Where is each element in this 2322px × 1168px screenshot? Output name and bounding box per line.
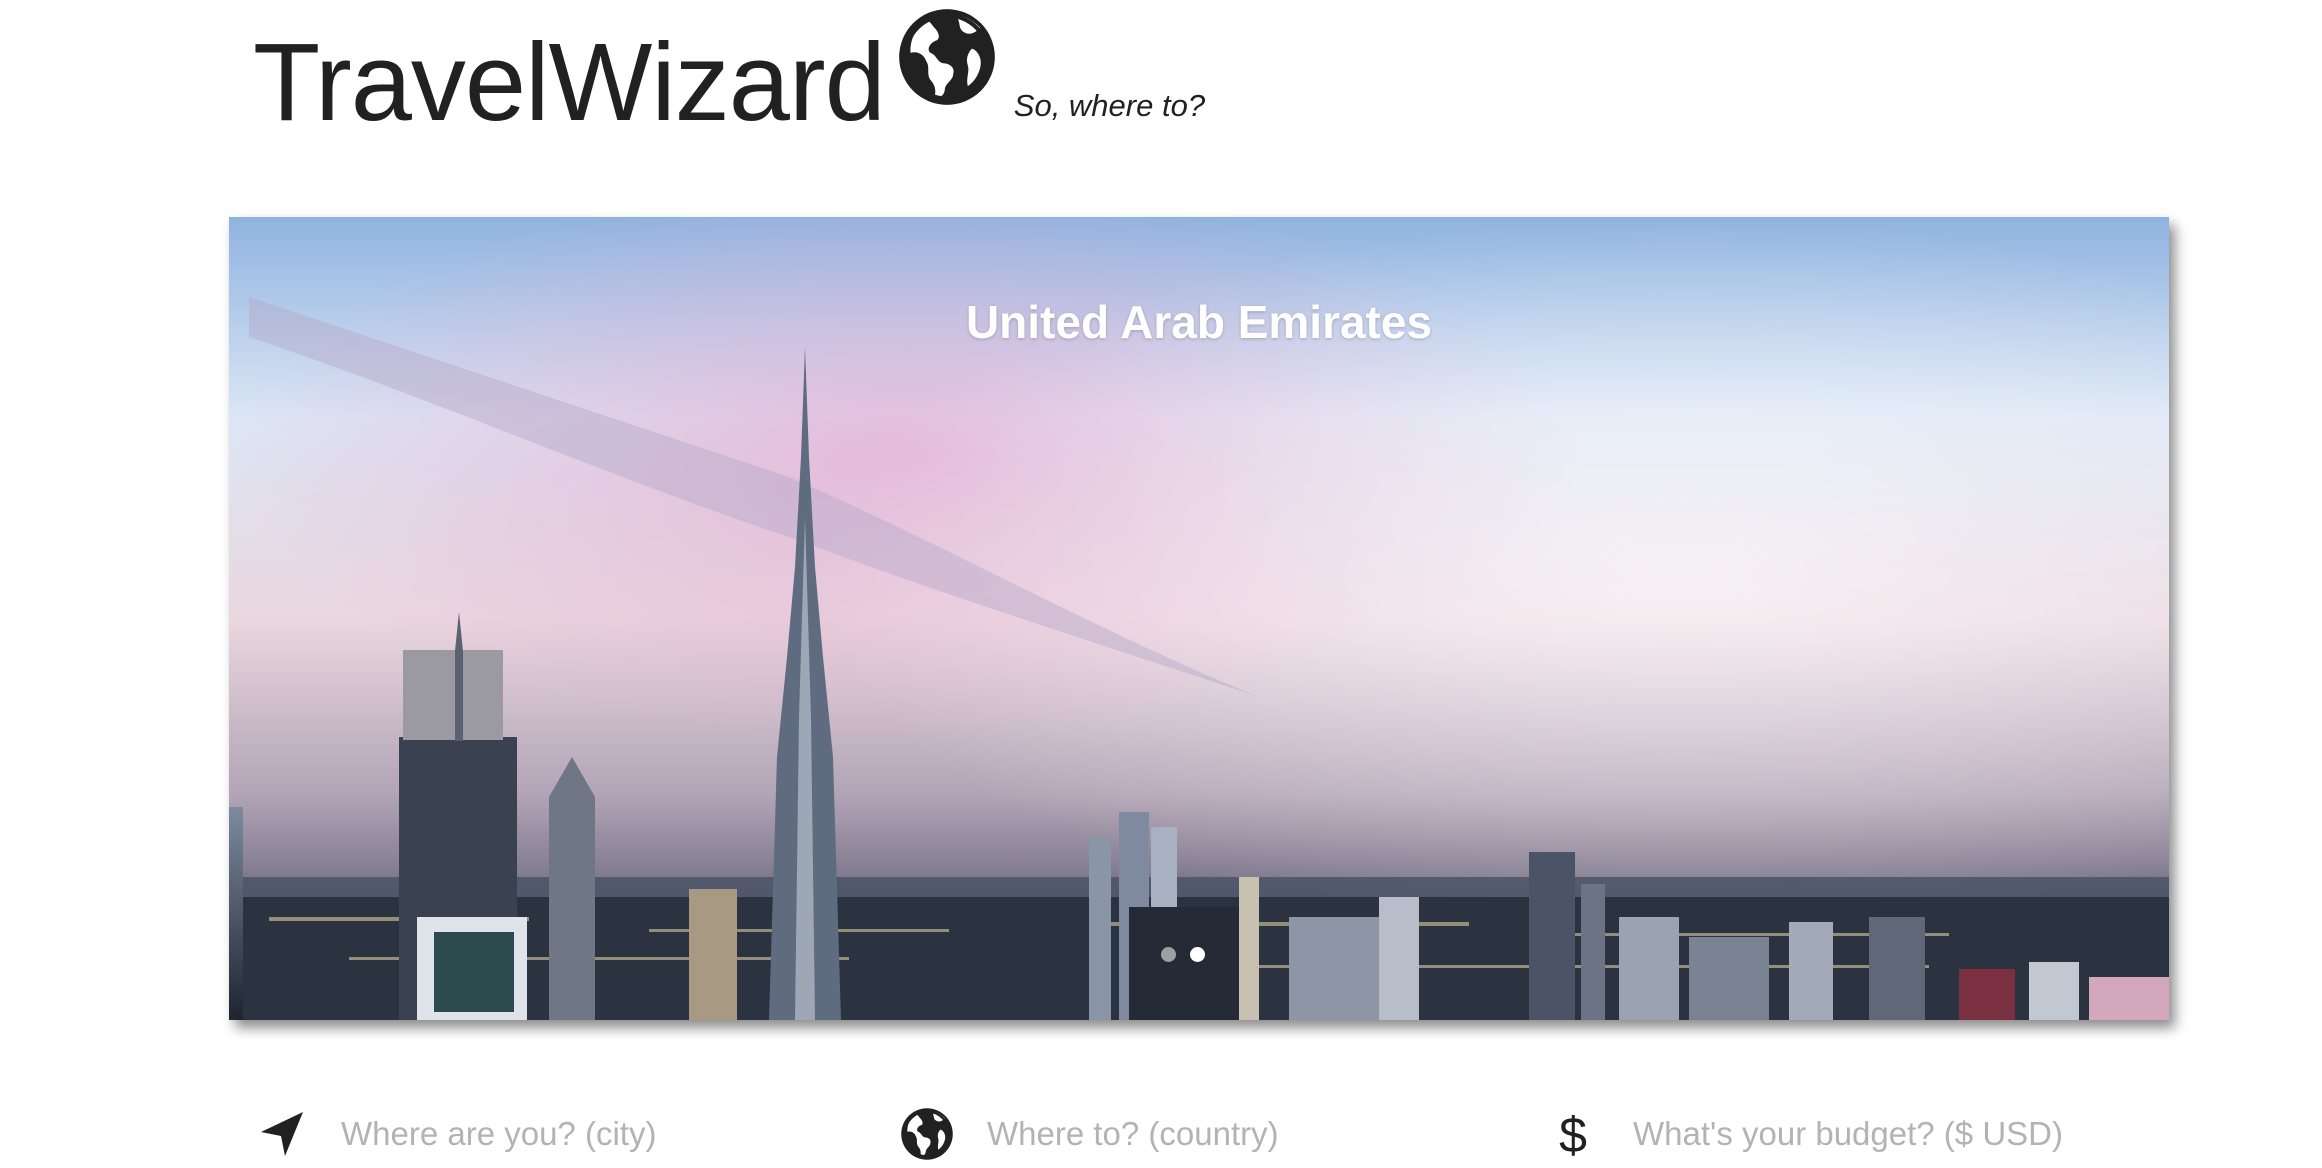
- destination-country-input[interactable]: [987, 1115, 1527, 1153]
- hero-carousel[interactable]: United Arab Emirates: [229, 217, 2169, 1020]
- budget-input[interactable]: [1633, 1115, 2173, 1153]
- origin-field: [253, 1104, 881, 1164]
- tagline: So, where to?: [1013, 88, 1206, 123]
- budget-field: $: [1545, 1104, 2173, 1164]
- carousel-dot[interactable]: [1161, 947, 1176, 962]
- globe-icon: [901, 1108, 953, 1160]
- svg-text:$: $: [1559, 1107, 1587, 1162]
- carousel-dot-active[interactable]: [1190, 947, 1205, 962]
- globe-icon: [898, 9, 995, 105]
- carousel-indicators: [1161, 947, 1205, 962]
- app-title: TravelWizard: [253, 21, 886, 144]
- page: TravelWizard So, where to? United Arab E…: [0, 0, 2322, 1168]
- destination-field: [899, 1104, 1527, 1164]
- brand-header: TravelWizard So, where to?: [253, 0, 1205, 138]
- search-form: $: [253, 1104, 2173, 1164]
- dollar-icon: $: [1559, 1107, 1587, 1162]
- origin-city-input[interactable]: [341, 1115, 881, 1153]
- hero-country-title: United Arab Emirates: [965, 296, 1433, 348]
- navigation-arrow-icon: [261, 1112, 303, 1156]
